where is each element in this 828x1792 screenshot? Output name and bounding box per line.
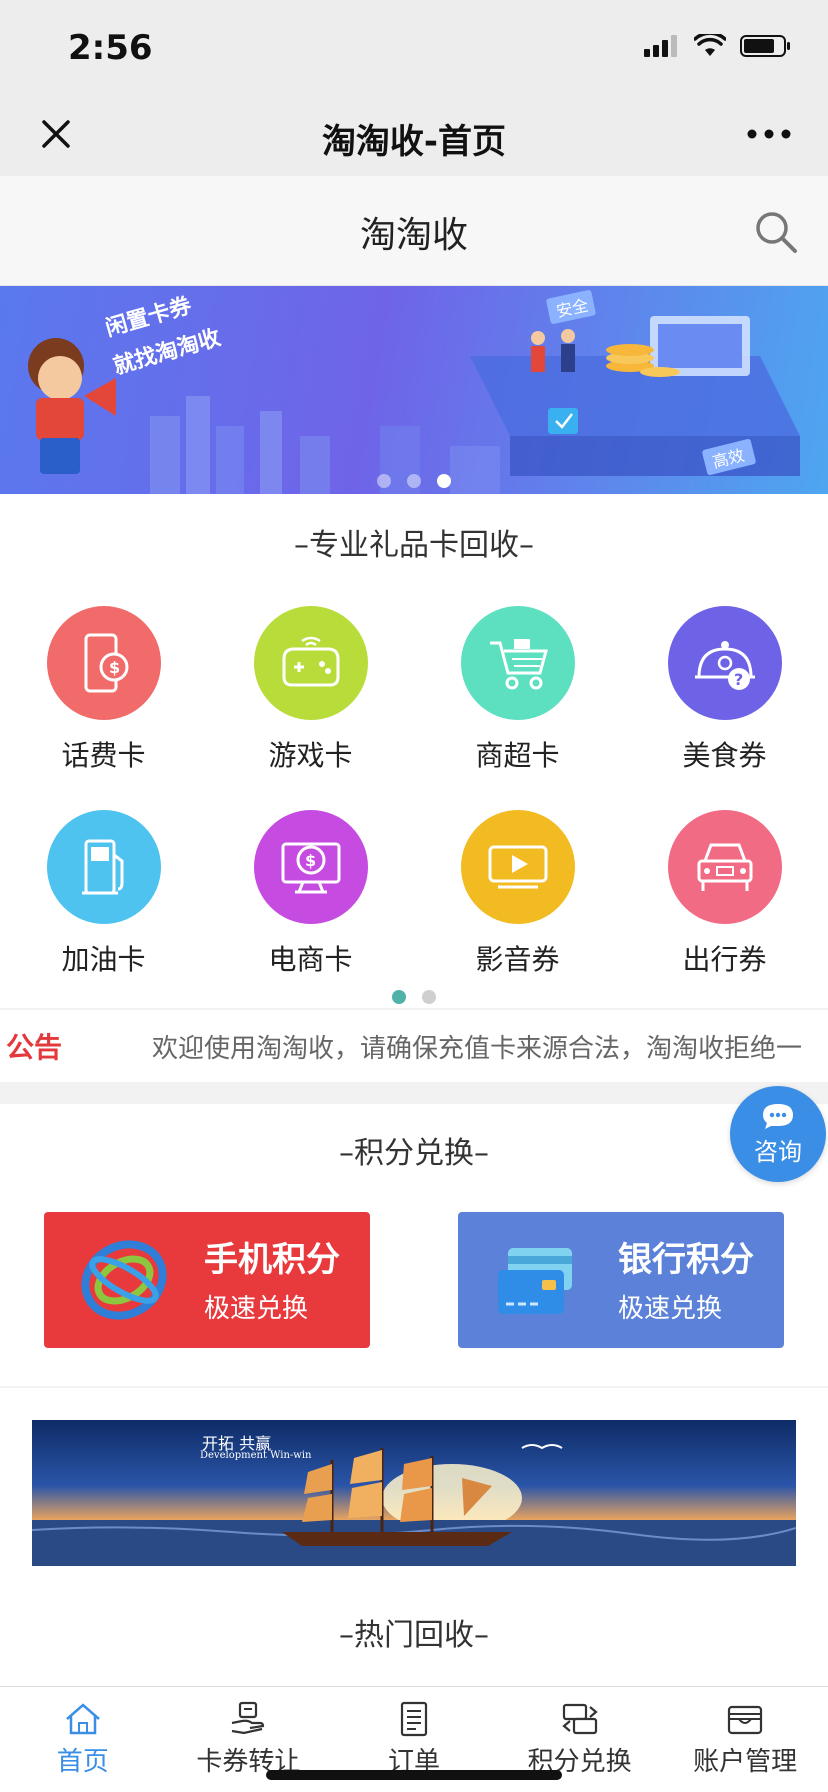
food-cloche-icon: ? [667,606,782,720]
sailing-ship-illustration [32,1444,796,1566]
banner-dot[interactable] [407,474,421,488]
category-label: 出行券 [682,943,767,976]
tab-account[interactable]: 账户管理 [662,1687,828,1792]
banner-dot-active[interactable] [437,474,451,488]
category-label: 电商卡 [268,943,353,976]
home-indicator[interactable] [266,1770,562,1780]
bank-points-card[interactable]: 银行积分 极速兑换 [458,1212,784,1348]
card-transfer-icon [232,1701,265,1735]
category-phone-card[interactable]: $ 话费卡 [0,606,207,774]
mobile-points-title: 手机积分 [204,1240,340,1280]
bank-points-subtitle: 极速兑换 [618,1294,723,1324]
shopping-cart-icon [460,606,575,720]
cellular-signal-icon [644,35,677,57]
category-label: 加油卡 [61,943,146,976]
category-video-coupon[interactable]: 影音券 [414,810,621,978]
phone-card-icon: $ [46,606,161,720]
page-title: 淘淘收 [359,215,468,256]
wifi-icon [694,34,726,56]
wallet-icon [728,1705,763,1735]
fuel-pump-icon [46,810,161,924]
status-bar: 2:56 [0,0,828,96]
tab-home[interactable]: 首页 [0,1687,166,1792]
order-list-icon [400,1701,428,1737]
svg-text:$: $ [305,851,316,870]
tab-label: 首页 [56,1747,109,1777]
tab-label: 账户管理 [693,1747,798,1777]
page-dot-active[interactable] [392,990,406,1004]
category-game-card[interactable]: 游戏卡 [207,606,414,774]
category-pagination [0,990,828,1004]
category-food-coupon[interactable]: ? 美食券 [621,606,828,774]
china-mobile-logo-icon [81,1240,167,1320]
exchange-icon [561,1703,598,1735]
mobile-points-card[interactable]: 手机积分 极速兑换 [44,1212,370,1348]
category-grid: $ 话费卡 游戏卡 商超卡 ? 美食券 加油卡 $ 电商卡 影音券 出行券 [0,606,828,978]
car-icon [667,810,782,924]
banner-carousel[interactable]: 闲置卡券 就找淘淘收 安全 高效 [0,286,828,494]
chat-bubble-icon [763,1103,793,1129]
banner-slogan-1: 闲置卡券 [102,292,195,342]
section-title-gift: –专业礼品卡回收– [294,528,534,563]
svg-text:?: ? [734,670,743,689]
gamepad-icon [253,606,368,720]
hot-recycle-section: –热门回收– [0,1586,828,1686]
notice-bar[interactable]: 公告 欢迎使用淘淘收，请确保充值卡来源合法，淘淘收拒绝一 [0,1010,828,1082]
section-title-points: –积分兑换– [339,1136,489,1171]
nav-title: 淘淘收-首页 [321,122,507,162]
video-play-icon [460,810,575,924]
category-label: 美食券 [682,739,767,772]
notice-label: 公告 [6,1031,63,1064]
more-icon[interactable] [744,114,794,154]
category-ecommerce-card[interactable]: $ 电商卡 [207,810,414,978]
notice-text: 欢迎使用淘淘收，请确保充值卡来源合法，淘淘收拒绝一 [152,1034,803,1064]
category-fuel-card[interactable]: 加油卡 [0,810,207,978]
banner-dot[interactable] [377,474,391,488]
gift-card-section: –专业礼品卡回收– $ 话费卡 游戏卡 商超卡 ? 美食券 加油卡 $ 电商卡 … [0,494,828,1008]
category-supermarket-card[interactable]: 商超卡 [414,606,621,774]
promo-section: 开拓 共赢 Development Win-win [0,1388,828,1586]
page-dot[interactable] [422,990,436,1004]
search-icon[interactable] [752,208,800,256]
category-travel-coupon[interactable]: 出行券 [621,810,828,978]
nav-bar: 淘淘收-首页 [0,96,828,176]
category-label: 游戏卡 [268,739,353,772]
promo-subtitle: Development Win-win [200,1450,312,1461]
category-label: 话费卡 [61,739,146,772]
banner-pagination [0,474,828,488]
ecommerce-monitor-icon: $ [253,810,368,924]
category-label: 商超卡 [475,739,560,772]
section-title-hot: –热门回收– [339,1618,489,1653]
status-icons [644,34,792,58]
bank-points-title: 银行积分 [618,1240,754,1280]
consult-button[interactable]: 咨询 [730,1086,826,1182]
mobile-points-subtitle: 极速兑换 [204,1294,309,1324]
banner-illustration: 闲置卡券 就找淘淘收 安全 高效 [28,290,800,494]
bank-card-icon [498,1248,572,1314]
category-label: 影音券 [475,943,560,976]
battery-icon [740,35,790,57]
status-time: 2:56 [68,28,153,68]
consult-label: 咨询 [754,1137,802,1166]
app-header: 淘淘收 [0,176,828,286]
home-icon [65,1703,100,1735]
svg-text:$: $ [109,658,120,677]
promo-banner[interactable]: 开拓 共赢 Development Win-win [32,1420,796,1566]
points-exchange-section: –积分兑换– 手机积分 极速兑换 银行积分 极速兑换 [0,1104,828,1386]
